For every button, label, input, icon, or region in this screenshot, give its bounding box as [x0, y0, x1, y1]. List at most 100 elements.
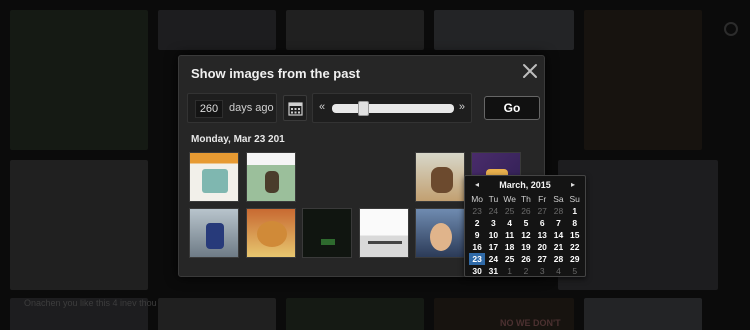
calendar-day[interactable]: 2: [518, 265, 534, 277]
calendar-day[interactable]: 13: [534, 229, 550, 241]
calendar-day[interactable]: 26: [518, 253, 534, 265]
calendar-day-selected[interactable]: 23: [469, 253, 486, 265]
background-tile: [158, 10, 276, 50]
calendar-day[interactable]: 3: [485, 217, 501, 229]
date-slider-track[interactable]: [332, 101, 454, 116]
calendar-day[interactable]: 28: [550, 205, 566, 217]
calendar-day[interactable]: 26: [518, 205, 534, 217]
background-tile: [434, 10, 574, 50]
calendar-day[interactable]: 6: [534, 217, 550, 229]
background-tile: [10, 10, 148, 150]
calendar-day[interactable]: 12: [518, 229, 534, 241]
calendar-grid: Mo Tu We Th Fr Sa Su 23 24 25 26 27 28 1 2 3 4 5 6 7 8 9 10 11 1…: [469, 193, 583, 277]
days-ago-label: days ago: [229, 102, 274, 114]
calendar-day[interactable]: 1: [502, 265, 518, 277]
slider-next-button[interactable]: »: [459, 101, 465, 113]
image-thumbnail[interactable]: [415, 152, 465, 202]
image-thumbnail[interactable]: [359, 208, 409, 258]
calendar-day[interactable]: 24: [485, 253, 501, 265]
calendar-day[interactable]: 31: [485, 265, 501, 277]
calendar-day[interactable]: 10: [485, 229, 501, 241]
days-ago-input[interactable]: 260: [195, 100, 223, 118]
calendar-day[interactable]: 8: [567, 217, 583, 229]
calendar-next-month-button[interactable]: ▸: [571, 180, 575, 189]
calendar-day[interactable]: 18: [502, 241, 518, 253]
calendar-weekday-row: Mo Tu We Th Fr Sa Su: [469, 193, 583, 205]
calendar-day[interactable]: 5: [567, 265, 583, 277]
calendar-day[interactable]: 19: [518, 241, 534, 253]
calendar-weekday: Fr: [538, 194, 547, 204]
calendar-day[interactable]: 22: [567, 241, 583, 253]
calendar-week-row: 16 17 18 19 20 21 22: [469, 241, 583, 253]
date-slider-handle[interactable]: [358, 101, 369, 116]
calendar-day[interactable]: 30: [469, 265, 485, 277]
calendar-weekday: Sa: [553, 194, 564, 204]
dialog-header: Show images from the past: [179, 56, 544, 90]
calendar-day[interactable]: 21: [550, 241, 566, 253]
image-thumbnail[interactable]: [189, 208, 239, 258]
calendar-weekday: We: [503, 194, 516, 204]
spotify-icon: [724, 22, 738, 36]
calendar-popup: ◂ March, 2015 ▸ Mo Tu We Th Fr Sa Su 23 24 25 26 27…: [464, 175, 586, 277]
image-thumbnail[interactable]: [189, 152, 239, 202]
background-tile: [584, 10, 702, 150]
calendar-day[interactable]: 29: [567, 253, 583, 265]
dialog-title: Show images from the past: [191, 66, 361, 81]
close-icon: [523, 64, 537, 78]
calendar-day[interactable]: 11: [502, 229, 518, 241]
date-slider-box: « »: [312, 93, 472, 123]
slider-prev-button[interactable]: «: [319, 101, 325, 113]
calendar-day[interactable]: 4: [550, 265, 566, 277]
date-heading: Monday, Mar 23 201: [191, 134, 285, 145]
past-images-dialog: Show images from the past 260 days ago «…: [178, 55, 586, 277]
calendar-day[interactable]: 3: [534, 265, 550, 277]
background-tile: [286, 298, 424, 330]
calendar-day[interactable]: 27: [534, 205, 550, 217]
calendar-day[interactable]: 4: [502, 217, 518, 229]
image-thumbnail[interactable]: [415, 208, 465, 258]
background-caption: Onachen you like this 4 inev thou: [24, 298, 157, 308]
calendar-month-label: March, 2015: [499, 180, 551, 190]
calendar-week-row: 23 24 25 26 27 28 1: [469, 205, 583, 217]
calendar-day[interactable]: 2: [469, 217, 485, 229]
close-button[interactable]: [521, 62, 539, 80]
calendar-week-row: 2345678: [469, 217, 583, 229]
calendar-day[interactable]: 1: [567, 205, 583, 217]
calendar-day[interactable]: 20: [534, 241, 550, 253]
calendar-week-row: 23 24 25 26 27 28 29: [469, 253, 583, 265]
image-thumbnail[interactable]: [246, 152, 296, 202]
screen: Onachen you like this 4 inev thou NO WE …: [0, 0, 750, 330]
date-controls: 260 days ago « » Go: [187, 93, 540, 125]
calendar-day[interactable]: 27: [534, 253, 550, 265]
calendar-weekday: Th: [520, 194, 531, 204]
background-tile: [286, 10, 424, 50]
image-thumbnail[interactable]: [246, 208, 296, 258]
calendar-icon: [288, 102, 303, 116]
go-button[interactable]: Go: [484, 96, 540, 120]
calendar-day[interactable]: 5: [518, 217, 534, 229]
calendar-day[interactable]: 16: [469, 241, 485, 253]
calendar-day[interactable]: 25: [502, 205, 518, 217]
background-tile: [10, 160, 148, 290]
background-tile: [158, 298, 276, 330]
calendar-weekday: Mo: [471, 194, 484, 204]
calendar-button[interactable]: [283, 95, 307, 121]
calendar-day[interactable]: 28: [550, 253, 566, 265]
background-tile: [584, 298, 702, 330]
calendar-week-row: 9 10 11 12 13 14 15: [469, 229, 583, 241]
days-ago-box: 260 days ago: [187, 93, 277, 123]
calendar-day[interactable]: 15: [567, 229, 583, 241]
calendar-day[interactable]: 24: [485, 205, 501, 217]
calendar-day[interactable]: 9: [469, 229, 485, 241]
calendar-day[interactable]: 14: [550, 229, 566, 241]
background-caption: NO WE DON'T: [500, 318, 561, 328]
calendar-week-row: 30 31 1 2 3 4 5: [469, 265, 583, 277]
calendar-day[interactable]: 25: [502, 253, 518, 265]
calendar-weekday: Tu: [488, 194, 499, 204]
calendar-weekday: Su: [569, 194, 580, 204]
calendar-nav: ◂ March, 2015 ▸: [465, 179, 585, 193]
calendar-day[interactable]: 17: [485, 241, 501, 253]
image-thumbnail[interactable]: [302, 208, 352, 258]
calendar-day[interactable]: 7: [550, 217, 566, 229]
calendar-day[interactable]: 23: [469, 205, 485, 217]
